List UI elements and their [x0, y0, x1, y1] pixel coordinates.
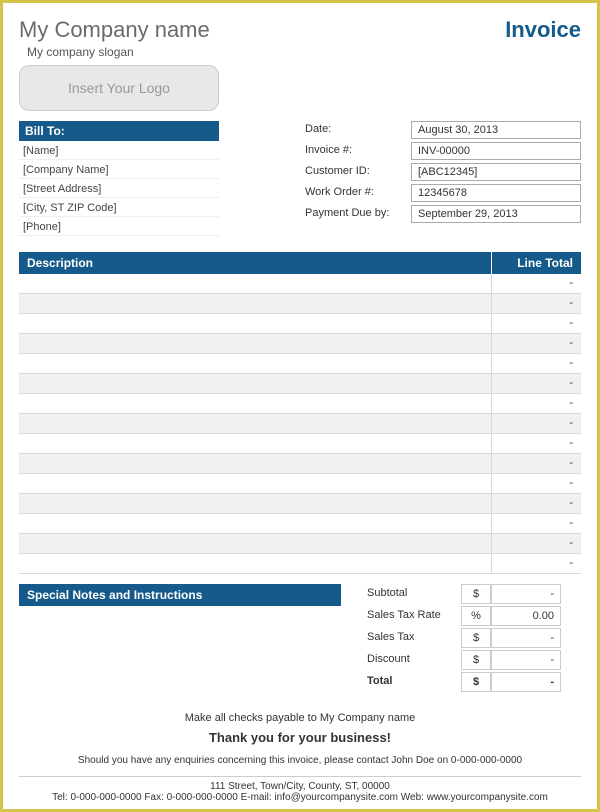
salestax-value: - [491, 628, 561, 648]
total-value: - [491, 672, 561, 692]
meta-customer-value[interactable]: [ABC12345] [411, 163, 581, 181]
meta-due-value[interactable]: September 29, 2013 [411, 205, 581, 223]
line-row[interactable]: - [19, 374, 581, 394]
thanks-text: Thank you for your business! [19, 730, 581, 745]
taxrate-label: Sales Tax Rate [361, 606, 461, 626]
line-row[interactable]: - [19, 534, 581, 554]
line-row[interactable]: - [19, 294, 581, 314]
payable-text: Make all checks payable to My Company na… [19, 712, 581, 724]
line-row[interactable]: - [19, 314, 581, 334]
meta-invoice-value[interactable]: INV-00000 [411, 142, 581, 160]
enquiries-text: Should you have any enquiries concerning… [19, 755, 581, 766]
line-items-header: Description Line Total [19, 252, 581, 274]
line-row[interactable]: - [19, 454, 581, 474]
footer: Make all checks payable to My Company na… [19, 712, 581, 803]
bill-to-street[interactable]: [Street Address] [19, 179, 219, 198]
subtotal-label: Subtotal [361, 584, 461, 604]
company-slogan: My company slogan [27, 45, 581, 59]
line-row[interactable]: - [19, 494, 581, 514]
line-row[interactable]: - [19, 554, 581, 574]
bill-to-phone[interactable]: [Phone] [19, 217, 219, 236]
line-row[interactable]: - [19, 354, 581, 374]
discount-value[interactable]: - [491, 650, 561, 670]
logo-placeholder[interactable]: Insert Your Logo [19, 65, 219, 111]
discount-sym: $ [461, 650, 491, 670]
taxrate-value[interactable]: 0.00 [491, 606, 561, 626]
subtotal-value: - [491, 584, 561, 604]
meta-date-label: Date: [301, 121, 411, 139]
line-row[interactable]: - [19, 434, 581, 454]
line-row[interactable]: - [19, 414, 581, 434]
special-notes: Special Notes and Instructions [19, 584, 341, 694]
line-row[interactable]: - [19, 274, 581, 294]
line-total-header: Line Total [491, 252, 581, 274]
totals-block: Subtotal$- Sales Tax Rate%0.00 Sales Tax… [361, 584, 581, 694]
salestax-label: Sales Tax [361, 628, 461, 648]
bill-to-name[interactable]: [Name] [19, 141, 219, 160]
line-row[interactable]: - [19, 474, 581, 494]
notes-header: Special Notes and Instructions [19, 584, 341, 606]
line-row[interactable]: - [19, 514, 581, 534]
meta-due-label: Payment Due by: [301, 205, 411, 223]
meta-customer-label: Customer ID: [301, 163, 411, 181]
invoice-meta: Date:August 30, 2013 Invoice #:INV-00000… [301, 121, 581, 236]
meta-invoice-label: Invoice #: [301, 142, 411, 160]
taxrate-sym: % [461, 606, 491, 626]
bill-to-header: Bill To: [19, 121, 219, 141]
meta-workorder-value[interactable]: 12345678 [411, 184, 581, 202]
invoice-title: Invoice [505, 17, 581, 43]
meta-date-value[interactable]: August 30, 2013 [411, 121, 581, 139]
line-items-body: - - - - - - - - - - - - - - - [19, 274, 581, 574]
bill-to-block: Bill To: [Name] [Company Name] [Street A… [19, 121, 219, 236]
meta-workorder-label: Work Order #: [301, 184, 411, 202]
line-row[interactable]: - [19, 394, 581, 414]
total-label: Total [361, 672, 461, 692]
desc-header: Description [19, 252, 491, 274]
bill-to-company[interactable]: [Company Name] [19, 160, 219, 179]
salestax-sym: $ [461, 628, 491, 648]
company-name: My Company name [19, 17, 210, 43]
discount-label: Discount [361, 650, 461, 670]
total-sym: $ [461, 672, 491, 692]
subtotal-sym: $ [461, 584, 491, 604]
bill-to-city[interactable]: [City, ST ZIP Code] [19, 198, 219, 217]
contact-text: Tel: 0-000-000-0000 Fax: 0-000-000-0000 … [19, 792, 581, 803]
address-text: 111 Street, Town/City, County, ST, 00000 [19, 776, 581, 792]
line-row[interactable]: - [19, 334, 581, 354]
